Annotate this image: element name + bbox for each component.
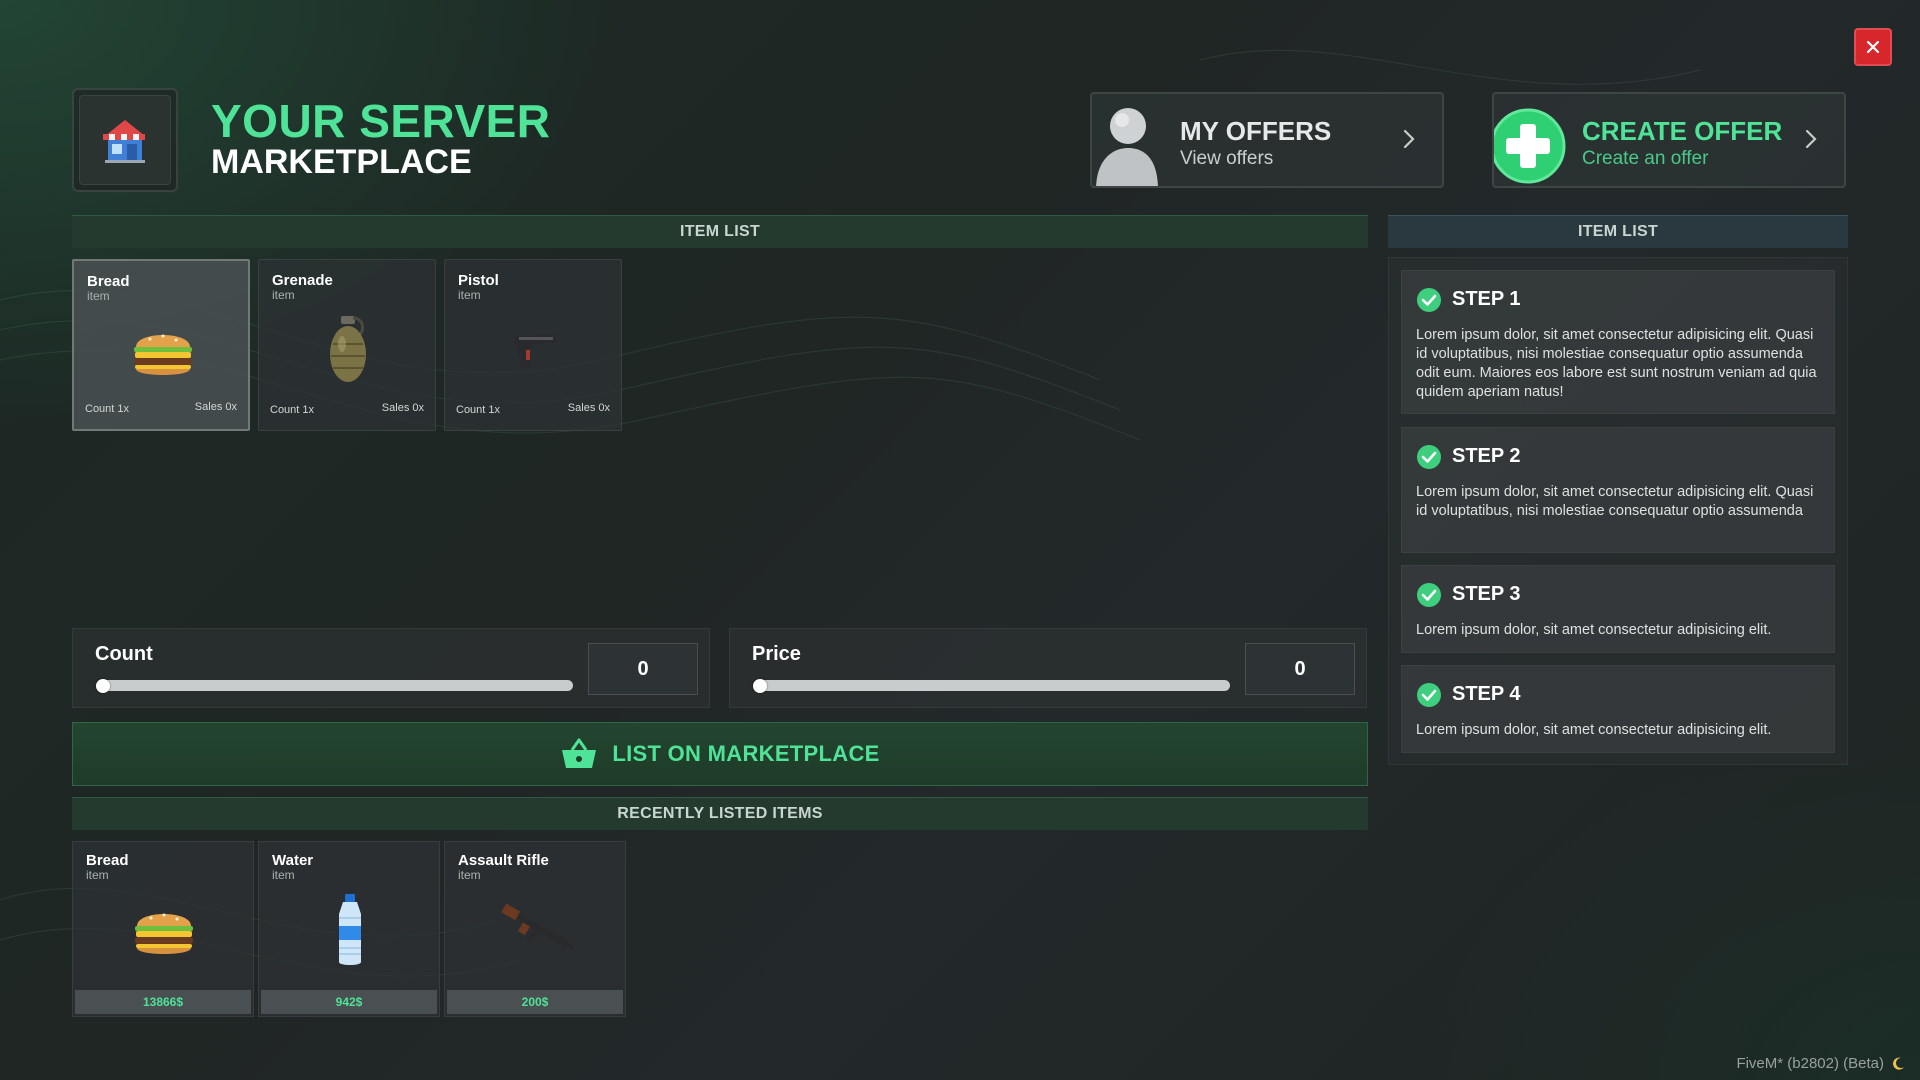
title-part1: YOUR — [211, 95, 346, 147]
pistol-icon — [515, 334, 557, 368]
moon-icon — [1893, 1057, 1904, 1070]
step-description: Lorem ipsum dolor, sit amet consectetur … — [1416, 484, 1814, 519]
create-offer-subtitle: Create an offer — [1582, 148, 1709, 169]
price-input[interactable]: 0 — [1245, 643, 1355, 695]
item-type: item — [458, 288, 481, 302]
recent-item-assault-rifle[interactable]: Assault Rifle item 200$ — [444, 841, 626, 1017]
recent-item-price: 200$ — [447, 990, 623, 1014]
check-circle-icon — [1417, 583, 1441, 607]
close-icon — [1866, 40, 1880, 54]
item-sales: Sales 0x — [381, 402, 424, 414]
basket-icon — [562, 738, 597, 768]
create-offer-title: CREATE OFFER — [1582, 116, 1783, 146]
count-slider-track[interactable] — [95, 678, 573, 693]
water-bottle-icon — [339, 894, 361, 965]
burger-icon — [134, 334, 192, 375]
item-count: Count 1x — [85, 403, 130, 415]
item-sales: Sales 0x — [567, 402, 610, 414]
page-subtitle: MARKETPLACE — [211, 143, 472, 181]
recent-item-price: 942$ — [261, 990, 437, 1014]
step-title: STEP 4 — [1452, 683, 1521, 705]
recent-item-water[interactable]: Water item 942$ — [258, 841, 440, 1017]
grenade-icon — [330, 316, 366, 382]
step-description: Lorem ipsum dolor, sit amet consectetur … — [1416, 327, 1817, 400]
count-label: Count — [95, 643, 153, 665]
step-title: STEP 1 — [1452, 288, 1521, 310]
count-slider-thumb[interactable] — [95, 678, 110, 693]
user-avatar-icon — [1096, 108, 1158, 186]
price-slider-thumb[interactable] — [752, 678, 767, 693]
recent-items-header: RECENTLY LISTED ITEMS — [72, 797, 1368, 830]
check-circle-icon — [1417, 288, 1441, 312]
plus-circle-icon — [1494, 108, 1566, 184]
steps-header: ITEM LIST — [1388, 215, 1848, 248]
build-text: FiveM* (b2802) (Beta) — [1736, 1055, 1884, 1072]
recent-item-name: Bread — [86, 852, 129, 869]
recent-item-name: Water — [272, 852, 314, 869]
count-input[interactable]: 0 — [588, 643, 698, 695]
recent-item-name: Assault Rifle — [458, 852, 549, 869]
close-button[interactable] — [1854, 28, 1892, 66]
my-offers-subtitle: View offers — [1180, 148, 1274, 169]
check-circle-icon — [1417, 445, 1441, 469]
chevron-right-icon — [1805, 129, 1817, 149]
item-type: item — [272, 288, 295, 302]
my-offers-title: MY OFFERS — [1180, 116, 1332, 146]
title-part2: SERVER — [359, 95, 551, 147]
item-card-pistol[interactable]: Pistol item Count 1x Sales 0x — [444, 259, 622, 431]
item-card-bread[interactable]: Bread item Count 1x Sales 0x — [72, 259, 250, 431]
check-circle-icon — [1417, 683, 1441, 707]
step-title: STEP 2 — [1452, 445, 1521, 467]
list-button-label: LIST ON MARKETPLACE — [612, 741, 880, 766]
item-name: Pistol — [458, 272, 499, 289]
recent-item-bread[interactable]: Bread item 13866$ — [72, 841, 254, 1017]
recent-item-type: item — [272, 868, 295, 882]
list-on-marketplace-button[interactable]: LIST ON MARKETPLACE — [72, 722, 1368, 786]
item-type: item — [87, 289, 110, 303]
item-count: Count 1x — [270, 404, 315, 416]
chevron-right-icon — [1403, 129, 1415, 149]
recent-item-type: item — [86, 868, 109, 882]
step-title: STEP 3 — [1452, 583, 1521, 605]
recent-item-type: item — [458, 868, 481, 882]
step-3: STEP 3 Lorem ipsum dolor, sit amet conse… — [1401, 565, 1835, 653]
step-description: Lorem ipsum dolor, sit amet consectetur … — [1416, 722, 1772, 738]
step-1: STEP 1 Lorem ipsum dolor, sit amet conse… — [1401, 270, 1835, 414]
count-slider-panel: Count 0 — [72, 628, 710, 708]
price-label: Price — [752, 643, 801, 665]
step-2: STEP 2 Lorem ipsum dolor, sit amet conse… — [1401, 427, 1835, 553]
my-offers-button[interactable]: MY OFFERS View offers — [1090, 92, 1444, 188]
item-name: Grenade — [272, 272, 333, 289]
build-watermark: FiveM* (b2802) (Beta) — [1736, 1055, 1906, 1072]
price-slider-panel: Price 0 — [729, 628, 1367, 708]
create-offer-button[interactable]: CREATE OFFER Create an offer — [1492, 92, 1846, 188]
step-4: STEP 4 Lorem ipsum dolor, sit amet conse… — [1401, 665, 1835, 753]
store-icon — [103, 120, 145, 163]
marketplace-logo — [72, 88, 178, 192]
price-slider-track[interactable] — [752, 678, 1230, 693]
step-description: Lorem ipsum dolor, sit amet consectetur … — [1416, 622, 1772, 638]
item-name: Bread — [87, 273, 130, 290]
item-sales: Sales 0x — [194, 401, 237, 413]
item-list-header: ITEM LIST — [72, 215, 1368, 248]
rifle-icon — [501, 903, 575, 949]
recent-item-price: 13866$ — [75, 990, 251, 1014]
burger-icon — [135, 913, 193, 954]
item-count: Count 1x — [456, 404, 501, 416]
item-card-grenade[interactable]: Grenade item Count 1x Sales 0x — [258, 259, 436, 431]
page-title: YOUR SERVER — [211, 96, 551, 146]
